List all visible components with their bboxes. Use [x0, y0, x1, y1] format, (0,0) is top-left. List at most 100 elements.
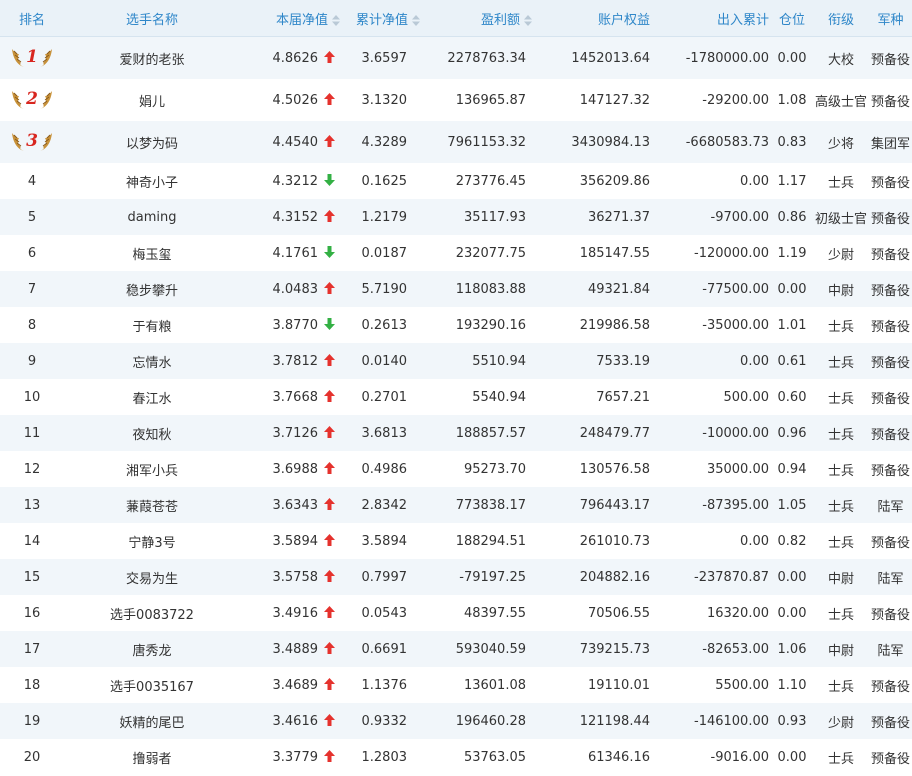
header-current-nav[interactable]: 本届净值 [240, 0, 346, 37]
rank-title-value: 大校 [827, 52, 854, 68]
rank-number: 16 [23, 605, 41, 621]
rank-cell: 20 [0, 739, 64, 775]
player-name[interactable]: 选手0035167 [110, 680, 194, 695]
nav-value: 4.3212 [272, 173, 319, 189]
player-name-cell: 爱财的老张 [64, 36, 240, 79]
position-cell: 0.00 [771, 36, 813, 79]
rank-number: 9 [27, 353, 37, 369]
flow-cell: 0.00 [652, 163, 771, 199]
cumulative-nav-value: 0.0187 [361, 245, 408, 261]
player-name[interactable]: 交易为生 [126, 572, 178, 587]
branch-value: 集团军 [870, 136, 910, 152]
header-account-equity: 账户权益 [538, 0, 652, 37]
ranking-table: 排名 选手名称 本届净值 累计净值 盈利额 账户权益 出入累计 仓位 衔级 军种… [0, 0, 912, 775]
player-name[interactable]: 以梦为码 [126, 137, 178, 152]
table-row: 5 daming 4.3152 1.2179 35117.93 36271.37 -9700… [0, 199, 912, 235]
flow-value: 16320.00 [706, 605, 769, 621]
equity-value: 70506.55 [587, 605, 650, 621]
player-name[interactable]: 春江水 [132, 392, 171, 407]
rank-title-value: 士兵 [827, 751, 854, 767]
player-name[interactable]: 唐秀龙 [132, 644, 171, 659]
table-row: 3 以梦为码 4.4540 4.3289 7961153.32 3430984.13 -66… [0, 121, 912, 163]
equity-value: 36271.37 [587, 209, 650, 225]
cumulative-nav-value: 1.2803 [361, 749, 408, 765]
nav-cell: 4.8626 [240, 36, 346, 79]
nav-value: 3.7668 [272, 389, 319, 405]
player-name[interactable]: 妖精的尾巴 [119, 716, 184, 731]
equity-cell: 7657.21 [538, 379, 652, 415]
cumulative-nav-value: 5.7190 [361, 281, 408, 297]
profit-cell: 188857.57 [426, 415, 538, 451]
equity-cell: 248479.77 [538, 415, 652, 451]
rank-number: 19 [23, 713, 41, 729]
cumulative-nav-cell: 0.0140 [346, 343, 426, 379]
rank-cell: 18 [0, 667, 64, 703]
nav-value: 4.4540 [272, 134, 319, 150]
player-name-cell: 唐秀龙 [64, 631, 240, 667]
header-profit[interactable]: 盈利额 [426, 0, 538, 37]
position-value: 0.00 [777, 569, 807, 585]
profit-value: 95273.70 [463, 461, 526, 477]
position-cell: 1.05 [771, 487, 813, 523]
player-name[interactable]: 爱财的老张 [119, 53, 184, 68]
player-name[interactable]: 于有粮 [132, 320, 171, 335]
title-cell: 士兵 [813, 595, 869, 631]
rank-title-value: 士兵 [827, 463, 854, 479]
player-name[interactable]: 撸弱者 [132, 752, 171, 767]
player-name[interactable]: 娟儿 [139, 95, 165, 110]
rank-cell: 12 [0, 451, 64, 487]
position-cell: 1.17 [771, 163, 813, 199]
equity-cell: 130576.58 [538, 451, 652, 487]
equity-value: 185147.55 [579, 245, 650, 261]
flow-cell: -146100.00 [652, 703, 771, 739]
player-name[interactable]: 宁静3号 [128, 536, 175, 551]
header-label[interactable]: 盈利额 [481, 13, 520, 28]
arrow-up-icon [324, 497, 335, 510]
player-name[interactable]: 蒹葭苍苍 [126, 500, 178, 515]
equity-cell: 204882.16 [538, 559, 652, 595]
position-value: 0.83 [777, 134, 807, 150]
equity-value: 7657.21 [596, 389, 650, 405]
rank-cell: 8 [0, 307, 64, 343]
player-name[interactable]: 稳步攀升 [126, 284, 178, 299]
sort-icon[interactable] [524, 14, 532, 26]
table-row: 9 忘情水 3.7812 0.0140 5510.94 7533.19 0.00 0.61 士兵… [0, 343, 912, 379]
branch-cell: 预备役 [869, 36, 912, 79]
arrow-down-icon [324, 317, 335, 330]
player-name[interactable]: 湘军小兵 [126, 464, 178, 479]
arrow-up-icon [324, 605, 335, 618]
branch-cell: 预备役 [869, 523, 912, 559]
player-name[interactable]: daming [128, 210, 177, 225]
branch-cell: 预备役 [869, 739, 912, 775]
player-name[interactable]: 忘情水 [132, 356, 171, 371]
player-name[interactable]: 神奇小子 [126, 176, 178, 191]
position-cell: 1.19 [771, 235, 813, 271]
equity-value: 7533.19 [596, 353, 650, 369]
sort-icon[interactable] [412, 14, 420, 26]
flow-cell: -6680583.73 [652, 121, 771, 163]
player-name[interactable]: 夜知秋 [132, 428, 171, 443]
sort-icon[interactable] [332, 14, 340, 26]
profit-value: 273776.45 [455, 173, 526, 189]
player-name-cell: 选手0083722 [64, 595, 240, 631]
header-label[interactable]: 本届净值 [276, 13, 328, 28]
player-name-cell: 娟儿 [64, 79, 240, 121]
header-label[interactable]: 累计净值 [356, 13, 408, 28]
cumulative-nav-cell: 0.6691 [346, 631, 426, 667]
player-name[interactable]: 梅玉玺 [132, 248, 171, 263]
cumulative-nav-cell: 1.2179 [346, 199, 426, 235]
rank-title-value: 士兵 [827, 175, 854, 191]
header-cumulative-nav[interactable]: 累计净值 [346, 0, 426, 37]
branch-value: 预备役 [870, 679, 910, 695]
nav-value: 3.8770 [272, 317, 319, 333]
position-cell: 1.06 [771, 631, 813, 667]
branch-cell: 预备役 [869, 595, 912, 631]
nav-value: 4.1761 [272, 245, 319, 261]
branch-cell: 预备役 [869, 307, 912, 343]
rank-title-value: 士兵 [827, 427, 854, 443]
flow-value: -237870.87 [694, 569, 769, 585]
header-label: 军种 [877, 12, 904, 28]
player-name[interactable]: 选手0083722 [110, 608, 194, 623]
branch-value: 预备役 [870, 52, 910, 68]
position-value: 1.10 [777, 677, 807, 693]
